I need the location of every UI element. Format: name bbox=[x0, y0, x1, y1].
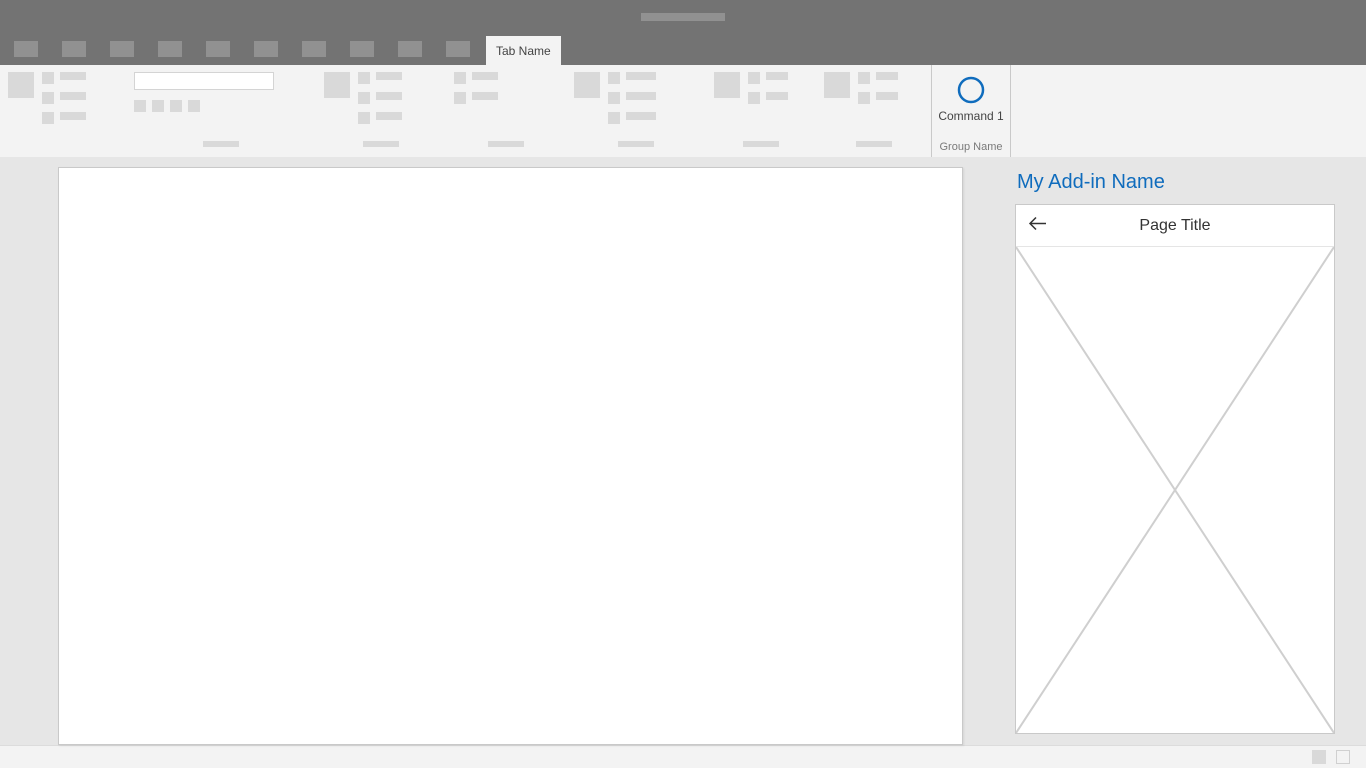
ribbon-item-label bbox=[766, 72, 788, 80]
ribbon-small-button[interactable] bbox=[358, 92, 370, 104]
ribbon-group-label: Group Name bbox=[940, 141, 1003, 157]
ribbon-item-label bbox=[876, 72, 898, 80]
tab-placeholder[interactable] bbox=[446, 41, 470, 57]
ribbon-large-button[interactable] bbox=[324, 72, 350, 98]
content-placeholder bbox=[1016, 247, 1334, 733]
ribbon-item-label bbox=[376, 112, 402, 120]
ribbon-small-button[interactable] bbox=[608, 92, 620, 104]
tab-placeholder[interactable] bbox=[110, 41, 134, 57]
ribbon-small-button[interactable] bbox=[608, 72, 620, 84]
ribbon-small-button[interactable] bbox=[42, 72, 54, 84]
task-pane-header: Page Title bbox=[1016, 205, 1334, 247]
tab-active[interactable]: Tab Name bbox=[486, 36, 561, 65]
document-canvas[interactable] bbox=[58, 167, 963, 745]
ribbon-small-button[interactable] bbox=[42, 92, 54, 104]
task-pane: My Add-in Name Page Title bbox=[1015, 167, 1350, 734]
ribbon-item-label bbox=[626, 112, 656, 120]
tab-placeholder[interactable] bbox=[14, 41, 38, 57]
ribbon-tabstrip: Tab Name bbox=[0, 33, 1366, 65]
ribbon-small-button[interactable] bbox=[170, 100, 182, 112]
ribbon-group-addin: Command 1 Group Name bbox=[931, 65, 1011, 157]
ribbon: Command 1 Group Name bbox=[0, 65, 1366, 157]
ribbon-group-label bbox=[363, 141, 399, 147]
ribbon-item-label bbox=[626, 72, 656, 80]
command-1-button[interactable]: Command 1 bbox=[938, 65, 1003, 123]
tab-placeholder[interactable] bbox=[398, 41, 422, 57]
circle-icon bbox=[956, 75, 986, 105]
ribbon-small-button[interactable] bbox=[454, 72, 466, 84]
ribbon-item-label bbox=[472, 92, 498, 100]
back-button[interactable] bbox=[1028, 215, 1048, 236]
ribbon-large-button[interactable] bbox=[574, 72, 600, 98]
addin-title: My Add-in Name bbox=[1015, 167, 1350, 204]
task-pane-body bbox=[1016, 247, 1334, 733]
ribbon-group-label bbox=[856, 141, 892, 147]
tab-placeholder[interactable] bbox=[158, 41, 182, 57]
ribbon-small-button[interactable] bbox=[358, 112, 370, 124]
ribbon-small-button[interactable] bbox=[134, 100, 146, 112]
ribbon-combobox[interactable] bbox=[134, 72, 274, 90]
ribbon-small-button[interactable] bbox=[42, 112, 54, 124]
view-button[interactable] bbox=[1312, 750, 1326, 764]
ribbon-item-label bbox=[376, 92, 402, 100]
ribbon-small-button[interactable] bbox=[858, 72, 870, 84]
command-1-label: Command 1 bbox=[938, 109, 1003, 123]
ribbon-item-label bbox=[876, 92, 898, 100]
view-button[interactable] bbox=[1336, 750, 1350, 764]
tab-placeholder[interactable] bbox=[254, 41, 278, 57]
tab-placeholder[interactable] bbox=[206, 41, 230, 57]
ribbon-small-button[interactable] bbox=[608, 112, 620, 124]
ribbon-small-button[interactable] bbox=[748, 92, 760, 104]
ribbon-small-button[interactable] bbox=[454, 92, 466, 104]
stage: My Add-in Name Page Title bbox=[0, 157, 1366, 745]
ribbon-small-button[interactable] bbox=[748, 72, 760, 84]
tab-placeholder[interactable] bbox=[350, 41, 374, 57]
ribbon-group-label bbox=[488, 141, 524, 147]
arrow-left-icon bbox=[1028, 215, 1048, 236]
tab-active-label: Tab Name bbox=[496, 44, 551, 58]
ribbon-large-button[interactable] bbox=[714, 72, 740, 98]
ribbon-small-button[interactable] bbox=[152, 100, 164, 112]
ribbon-small-button[interactable] bbox=[858, 92, 870, 104]
document-title-placeholder bbox=[641, 13, 725, 21]
ribbon-item-label bbox=[376, 72, 402, 80]
ribbon-item-label bbox=[626, 92, 656, 100]
ribbon-small-button[interactable] bbox=[188, 100, 200, 112]
tab-placeholder[interactable] bbox=[302, 41, 326, 57]
ribbon-item-label bbox=[60, 112, 86, 120]
page-title: Page Title bbox=[1016, 217, 1334, 235]
ribbon-group-label bbox=[618, 141, 654, 147]
ribbon-small-button[interactable] bbox=[358, 72, 370, 84]
ribbon-group-label bbox=[743, 141, 779, 147]
ribbon-item-label bbox=[60, 92, 86, 100]
task-pane-frame: Page Title bbox=[1015, 204, 1335, 734]
ribbon-group-label bbox=[203, 141, 239, 147]
ribbon-large-button[interactable] bbox=[8, 72, 34, 98]
status-bar bbox=[0, 745, 1366, 768]
ribbon-large-button[interactable] bbox=[824, 72, 850, 98]
title-bar bbox=[0, 0, 1366, 33]
ribbon-item-label bbox=[60, 72, 86, 80]
ribbon-filler bbox=[1011, 65, 1366, 157]
ribbon-item-label bbox=[472, 72, 498, 80]
ribbon-item-label bbox=[766, 92, 788, 100]
tab-placeholder[interactable] bbox=[62, 41, 86, 57]
